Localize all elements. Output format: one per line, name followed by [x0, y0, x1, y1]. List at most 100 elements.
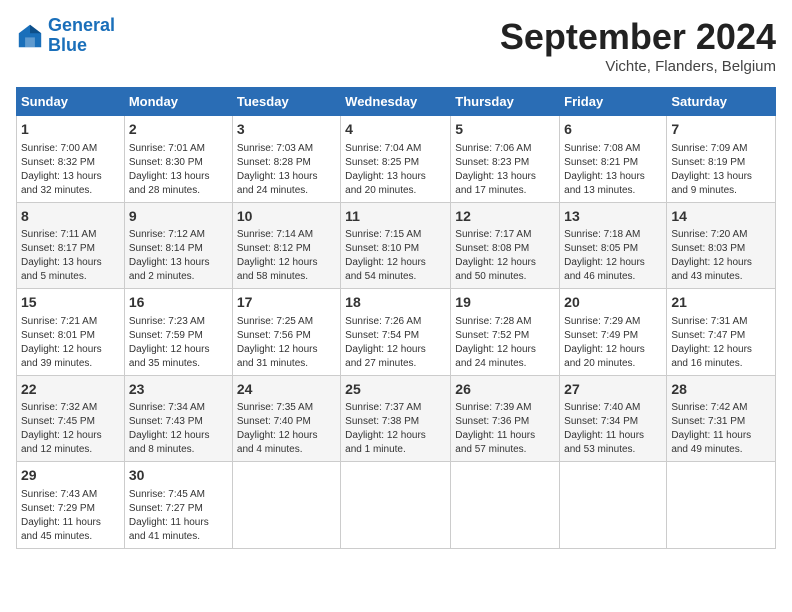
day-info: Sunrise: 7:06 AM Sunset: 8:23 PM Dayligh… — [455, 142, 555, 198]
empty-cell — [232, 462, 340, 549]
day-number: 26 — [455, 380, 555, 400]
day-cell-24: 24Sunrise: 7:35 AM Sunset: 7:40 PM Dayli… — [232, 375, 340, 462]
day-info: Sunrise: 7:43 AM Sunset: 7:29 PM Dayligh… — [21, 488, 120, 544]
week-row-5: 29Sunrise: 7:43 AM Sunset: 7:29 PM Dayli… — [17, 462, 776, 549]
day-number: 8 — [21, 207, 120, 227]
day-number: 29 — [21, 466, 120, 486]
day-info: Sunrise: 7:25 AM Sunset: 7:56 PM Dayligh… — [237, 315, 336, 371]
day-number: 16 — [129, 293, 228, 313]
day-cell-13: 13Sunrise: 7:18 AM Sunset: 8:05 PM Dayli… — [560, 202, 667, 289]
day-info: Sunrise: 7:08 AM Sunset: 8:21 PM Dayligh… — [564, 142, 662, 198]
day-info: Sunrise: 7:26 AM Sunset: 7:54 PM Dayligh… — [345, 315, 446, 371]
calendar-header: SundayMondayTuesdayWednesdayThursdayFrid… — [17, 88, 776, 116]
day-cell-30: 30Sunrise: 7:45 AM Sunset: 7:27 PM Dayli… — [124, 462, 232, 549]
day-info: Sunrise: 7:34 AM Sunset: 7:43 PM Dayligh… — [129, 401, 228, 457]
day-info: Sunrise: 7:23 AM Sunset: 7:59 PM Dayligh… — [129, 315, 228, 371]
day-number: 18 — [345, 293, 446, 313]
day-info: Sunrise: 7:29 AM Sunset: 7:49 PM Dayligh… — [564, 315, 662, 371]
day-cell-4: 4Sunrise: 7:04 AM Sunset: 8:25 PM Daylig… — [341, 116, 451, 203]
logo-line2: Blue — [48, 35, 87, 55]
day-number: 3 — [237, 120, 336, 140]
day-cell-10: 10Sunrise: 7:14 AM Sunset: 8:12 PM Dayli… — [232, 202, 340, 289]
day-info: Sunrise: 7:20 AM Sunset: 8:03 PM Dayligh… — [671, 228, 771, 284]
day-info: Sunrise: 7:11 AM Sunset: 8:17 PM Dayligh… — [21, 228, 120, 284]
week-row-2: 8Sunrise: 7:11 AM Sunset: 8:17 PM Daylig… — [17, 202, 776, 289]
day-info: Sunrise: 7:18 AM Sunset: 8:05 PM Dayligh… — [564, 228, 662, 284]
day-info: Sunrise: 7:14 AM Sunset: 8:12 PM Dayligh… — [237, 228, 336, 284]
day-info: Sunrise: 7:15 AM Sunset: 8:10 PM Dayligh… — [345, 228, 446, 284]
day-cell-28: 28Sunrise: 7:42 AM Sunset: 7:31 PM Dayli… — [667, 375, 776, 462]
day-number: 12 — [455, 207, 555, 227]
day-number: 25 — [345, 380, 446, 400]
day-cell-17: 17Sunrise: 7:25 AM Sunset: 7:56 PM Dayli… — [232, 289, 340, 376]
day-info: Sunrise: 7:04 AM Sunset: 8:25 PM Dayligh… — [345, 142, 446, 198]
month-title: September 2024 — [500, 16, 776, 58]
week-row-4: 22Sunrise: 7:32 AM Sunset: 7:45 PM Dayli… — [17, 375, 776, 462]
day-number: 30 — [129, 466, 228, 486]
day-cell-21: 21Sunrise: 7:31 AM Sunset: 7:47 PM Dayli… — [667, 289, 776, 376]
day-cell-9: 9Sunrise: 7:12 AM Sunset: 8:14 PM Daylig… — [124, 202, 232, 289]
header-day-sunday: Sunday — [17, 88, 125, 116]
location-subtitle: Vichte, Flanders, Belgium — [500, 58, 776, 75]
day-cell-7: 7Sunrise: 7:09 AM Sunset: 8:19 PM Daylig… — [667, 116, 776, 203]
day-number: 10 — [237, 207, 336, 227]
day-info: Sunrise: 7:35 AM Sunset: 7:40 PM Dayligh… — [237, 401, 336, 457]
empty-cell — [451, 462, 560, 549]
day-cell-18: 18Sunrise: 7:26 AM Sunset: 7:54 PM Dayli… — [341, 289, 451, 376]
day-number: 27 — [564, 380, 662, 400]
day-number: 1 — [21, 120, 120, 140]
day-number: 28 — [671, 380, 771, 400]
day-info: Sunrise: 7:28 AM Sunset: 7:52 PM Dayligh… — [455, 315, 555, 371]
day-cell-6: 6Sunrise: 7:08 AM Sunset: 8:21 PM Daylig… — [560, 116, 667, 203]
logo: General Blue — [16, 16, 115, 56]
day-number: 6 — [564, 120, 662, 140]
header-day-thursday: Thursday — [451, 88, 560, 116]
day-info: Sunrise: 7:01 AM Sunset: 8:30 PM Dayligh… — [129, 142, 228, 198]
empty-cell — [560, 462, 667, 549]
day-info: Sunrise: 7:12 AM Sunset: 8:14 PM Dayligh… — [129, 228, 228, 284]
day-cell-8: 8Sunrise: 7:11 AM Sunset: 8:17 PM Daylig… — [17, 202, 125, 289]
header-day-tuesday: Tuesday — [232, 88, 340, 116]
day-info: Sunrise: 7:40 AM Sunset: 7:34 PM Dayligh… — [564, 401, 662, 457]
day-number: 23 — [129, 380, 228, 400]
week-row-3: 15Sunrise: 7:21 AM Sunset: 8:01 PM Dayli… — [17, 289, 776, 376]
day-info: Sunrise: 7:31 AM Sunset: 7:47 PM Dayligh… — [671, 315, 771, 371]
week-row-1: 1Sunrise: 7:00 AM Sunset: 8:32 PM Daylig… — [17, 116, 776, 203]
day-info: Sunrise: 7:09 AM Sunset: 8:19 PM Dayligh… — [671, 142, 771, 198]
empty-cell — [667, 462, 776, 549]
day-cell-16: 16Sunrise: 7:23 AM Sunset: 7:59 PM Dayli… — [124, 289, 232, 376]
header-day-friday: Friday — [560, 88, 667, 116]
day-info: Sunrise: 7:03 AM Sunset: 8:28 PM Dayligh… — [237, 142, 336, 198]
header-day-saturday: Saturday — [667, 88, 776, 116]
day-info: Sunrise: 7:42 AM Sunset: 7:31 PM Dayligh… — [671, 401, 771, 457]
day-number: 19 — [455, 293, 555, 313]
day-number: 24 — [237, 380, 336, 400]
day-cell-2: 2Sunrise: 7:01 AM Sunset: 8:30 PM Daylig… — [124, 116, 232, 203]
day-info: Sunrise: 7:37 AM Sunset: 7:38 PM Dayligh… — [345, 401, 446, 457]
day-number: 5 — [455, 120, 555, 140]
day-number: 13 — [564, 207, 662, 227]
day-number: 21 — [671, 293, 771, 313]
calendar-body: 1Sunrise: 7:00 AM Sunset: 8:32 PM Daylig… — [17, 116, 776, 549]
day-number: 17 — [237, 293, 336, 313]
day-cell-26: 26Sunrise: 7:39 AM Sunset: 7:36 PM Dayli… — [451, 375, 560, 462]
day-number: 14 — [671, 207, 771, 227]
calendar-table: SundayMondayTuesdayWednesdayThursdayFrid… — [16, 87, 776, 549]
day-info: Sunrise: 7:17 AM Sunset: 8:08 PM Dayligh… — [455, 228, 555, 284]
title-block: September 2024 Vichte, Flanders, Belgium — [500, 16, 776, 75]
day-cell-12: 12Sunrise: 7:17 AM Sunset: 8:08 PM Dayli… — [451, 202, 560, 289]
day-info: Sunrise: 7:21 AM Sunset: 8:01 PM Dayligh… — [21, 315, 120, 371]
day-info: Sunrise: 7:39 AM Sunset: 7:36 PM Dayligh… — [455, 401, 555, 457]
day-number: 15 — [21, 293, 120, 313]
day-cell-22: 22Sunrise: 7:32 AM Sunset: 7:45 PM Dayli… — [17, 375, 125, 462]
day-cell-23: 23Sunrise: 7:34 AM Sunset: 7:43 PM Dayli… — [124, 375, 232, 462]
header-day-monday: Monday — [124, 88, 232, 116]
day-cell-1: 1Sunrise: 7:00 AM Sunset: 8:32 PM Daylig… — [17, 116, 125, 203]
header-row: SundayMondayTuesdayWednesdayThursdayFrid… — [17, 88, 776, 116]
day-cell-5: 5Sunrise: 7:06 AM Sunset: 8:23 PM Daylig… — [451, 116, 560, 203]
day-info: Sunrise: 7:00 AM Sunset: 8:32 PM Dayligh… — [21, 142, 120, 198]
day-cell-27: 27Sunrise: 7:40 AM Sunset: 7:34 PM Dayli… — [560, 375, 667, 462]
day-cell-3: 3Sunrise: 7:03 AM Sunset: 8:28 PM Daylig… — [232, 116, 340, 203]
page-header: General Blue September 2024 Vichte, Flan… — [16, 16, 776, 75]
day-cell-25: 25Sunrise: 7:37 AM Sunset: 7:38 PM Dayli… — [341, 375, 451, 462]
